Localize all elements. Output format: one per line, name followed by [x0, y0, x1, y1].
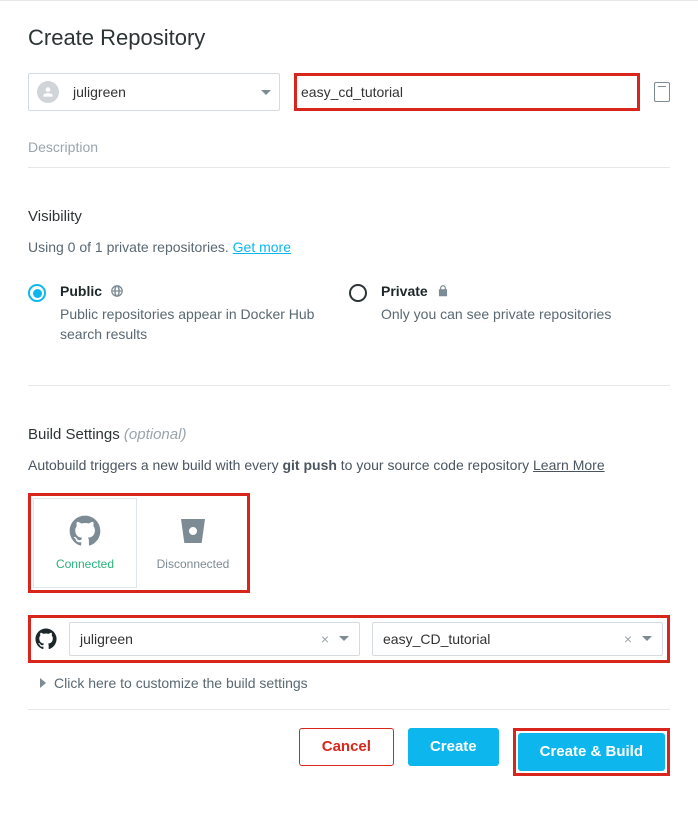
lock-icon [436, 284, 450, 298]
bitbucket-icon [177, 515, 209, 547]
get-more-link[interactable]: Get more [233, 239, 291, 255]
name-row: juligreen [28, 73, 670, 111]
build-heading-text: Build Settings [28, 426, 120, 443]
build-desc-pre: Autobuild triggers a new build with ever… [28, 457, 282, 473]
provider-bitbucket[interactable]: Disconnected [141, 498, 245, 588]
build-optional: (optional) [124, 426, 187, 443]
build-desc-bold: git push [282, 457, 336, 473]
repo-name-highlight [294, 73, 640, 111]
radio-public[interactable] [28, 284, 46, 302]
customize-build-toggle[interactable]: Click here to customize the build settin… [28, 675, 670, 710]
learn-more-link[interactable]: Learn More [533, 457, 605, 473]
source-org-select[interactable]: juligreen × [69, 622, 360, 656]
create-button[interactable]: Create [408, 728, 499, 766]
avatar [37, 81, 59, 103]
public-desc: Public repositories appear in Docker Hub… [60, 304, 329, 345]
source-org-value: juligreen [80, 631, 321, 647]
providers-highlight: Connected Disconnected [28, 493, 250, 593]
visibility-usage-text: Using 0 of 1 private repositories. [28, 239, 233, 255]
public-label: Public [60, 283, 102, 299]
actions-row: Cancel Create Create & Build [28, 728, 670, 776]
visibility-private-option[interactable]: Private Only you can see private reposit… [349, 283, 670, 345]
namespace-label: juligreen [73, 84, 261, 100]
private-desc: Only you can see private repositories [381, 304, 650, 324]
bitbucket-status: Disconnected [157, 557, 230, 571]
build-heading: Build Settings (optional) [28, 426, 670, 443]
provider-github[interactable]: Connected [33, 498, 137, 588]
chevron-down-icon [339, 636, 349, 641]
chevron-down-icon [261, 90, 271, 95]
github-status: Connected [56, 557, 114, 571]
visibility-heading: Visibility [28, 208, 670, 225]
customize-label: Click here to customize the build settin… [54, 675, 308, 691]
clear-org-icon[interactable]: × [321, 631, 329, 647]
source-repo-select[interactable]: easy_CD_tutorial × [372, 622, 663, 656]
github-icon [35, 628, 57, 650]
radio-private[interactable] [349, 284, 367, 302]
create-and-build-button[interactable]: Create & Build [518, 733, 665, 771]
build-desc-post: to your source code repository [337, 457, 533, 473]
source-row-highlight: juligreen × easy_CD_tutorial × [28, 615, 670, 663]
clear-repo-icon[interactable]: × [624, 631, 632, 647]
cancel-button[interactable]: Cancel [299, 728, 394, 766]
repo-name-input[interactable] [301, 84, 633, 100]
visibility-public-option[interactable]: Public Public repositories appear in Doc… [28, 283, 349, 345]
page-title: Create Repository [28, 25, 670, 51]
visibility-usage: Using 0 of 1 private repositories. Get m… [28, 239, 670, 255]
source-repo-value: easy_CD_tutorial [383, 631, 624, 647]
clipboard-icon[interactable] [654, 82, 670, 102]
description-field[interactable]: Description [28, 139, 670, 168]
globe-icon [110, 284, 124, 298]
chevron-right-icon [40, 678, 46, 688]
chevron-down-icon [642, 636, 652, 641]
namespace-select[interactable]: juligreen [28, 73, 280, 111]
github-icon [69, 515, 101, 547]
create-build-highlight: Create & Build [513, 728, 670, 776]
private-label: Private [381, 283, 428, 299]
build-description: Autobuild triggers a new build with ever… [28, 457, 670, 473]
